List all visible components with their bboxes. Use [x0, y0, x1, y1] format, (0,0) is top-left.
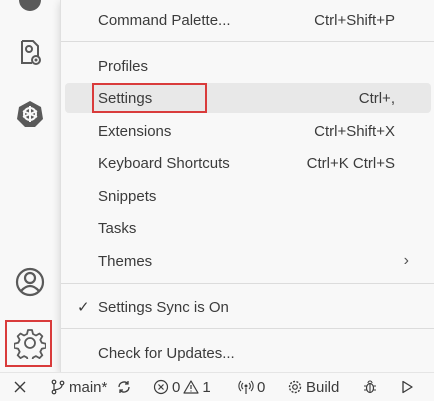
- menu-item-label: Command Palette...: [98, 11, 231, 29]
- menu-item-label: Check for Updates...: [98, 344, 235, 362]
- menu-item-settings[interactable]: Settings Ctrl+,: [65, 83, 431, 113]
- run-button[interactable]: [399, 377, 415, 397]
- manage-gear-highlight: [5, 320, 52, 367]
- menu-item-themes[interactable]: Themes ›: [65, 246, 431, 276]
- status-bar: main* 0 1 0 Build: [0, 372, 434, 401]
- error-count: 0: [172, 378, 181, 396]
- accounts-icon[interactable]: [12, 264, 48, 300]
- menu-item-settings-sync[interactable]: ✓ Settings Sync is On: [65, 292, 431, 322]
- menu-separator: [61, 328, 434, 329]
- menu-item-label: Tasks: [98, 219, 137, 237]
- remote-indicator[interactable]: [12, 377, 28, 397]
- menu-separator: [61, 283, 434, 284]
- branch-indicator[interactable]: main*: [50, 377, 107, 397]
- chevron-right-icon: ›: [403, 252, 409, 269]
- menu-item-tasks[interactable]: Tasks: [65, 213, 431, 243]
- git-branch-icon: [51, 379, 65, 395]
- error-icon: [153, 379, 169, 395]
- warning-count: 1: [202, 378, 211, 396]
- activity-bar: [0, 0, 61, 372]
- extension-settings-icon[interactable]: [12, 34, 48, 70]
- warning-icon: [183, 380, 199, 394]
- menu-item-shortcut: Ctrl+K Ctrl+S: [306, 154, 395, 172]
- menu-item-shortcut: Ctrl+Shift+X: [314, 122, 395, 140]
- debug-button[interactable]: [362, 377, 378, 397]
- check-icon: ✓: [77, 299, 90, 316]
- manage-menu: Command Palette... Ctrl+Shift+P Profiles…: [60, 0, 434, 372]
- branch-name: main*: [69, 378, 108, 396]
- sync-button[interactable]: [116, 377, 132, 397]
- ports-indicator[interactable]: 0: [238, 377, 265, 397]
- gear-icon: [288, 380, 302, 394]
- menu-item-label: Settings Sync is On: [98, 298, 229, 316]
- broadcast-icon: [238, 380, 254, 394]
- build-label: Build: [306, 378, 340, 396]
- menu-item-profiles[interactable]: Profiles: [65, 51, 431, 81]
- menu-item-label: Profiles: [98, 57, 149, 75]
- play-icon: [402, 380, 413, 394]
- menu-item-command-palette[interactable]: Command Palette... Ctrl+Shift+P: [65, 5, 431, 35]
- menu-item-check-for-updates[interactable]: Check for Updates...: [65, 338, 431, 368]
- menu-item-label: Settings: [98, 89, 153, 107]
- menu-separator: [61, 41, 434, 42]
- menu-item-shortcut: Ctrl+,: [358, 89, 395, 107]
- menu-item-snippets[interactable]: Snippets: [65, 181, 431, 211]
- ports-count: 0: [257, 378, 266, 396]
- menu-item-extensions[interactable]: Extensions Ctrl+Shift+X: [65, 116, 431, 146]
- remote-icon: [14, 381, 26, 393]
- kubernetes-icon[interactable]: [12, 96, 48, 132]
- build-button[interactable]: Build: [287, 377, 339, 397]
- menu-item-label: Extensions: [98, 122, 172, 140]
- github-icon[interactable]: [12, 0, 48, 18]
- menu-item-label: Snippets: [98, 187, 157, 205]
- menu-item-label: Keyboard Shortcuts: [98, 154, 230, 172]
- menu-item-label: Themes: [98, 252, 153, 270]
- problems-indicator[interactable]: 0 1: [153, 377, 211, 397]
- sync-icon: [118, 381, 130, 393]
- bug-icon: [364, 380, 376, 394]
- menu-item-keyboard-shortcuts[interactable]: Keyboard Shortcuts Ctrl+K Ctrl+S: [65, 148, 431, 178]
- menu-item-shortcut: Ctrl+Shift+P: [314, 11, 395, 29]
